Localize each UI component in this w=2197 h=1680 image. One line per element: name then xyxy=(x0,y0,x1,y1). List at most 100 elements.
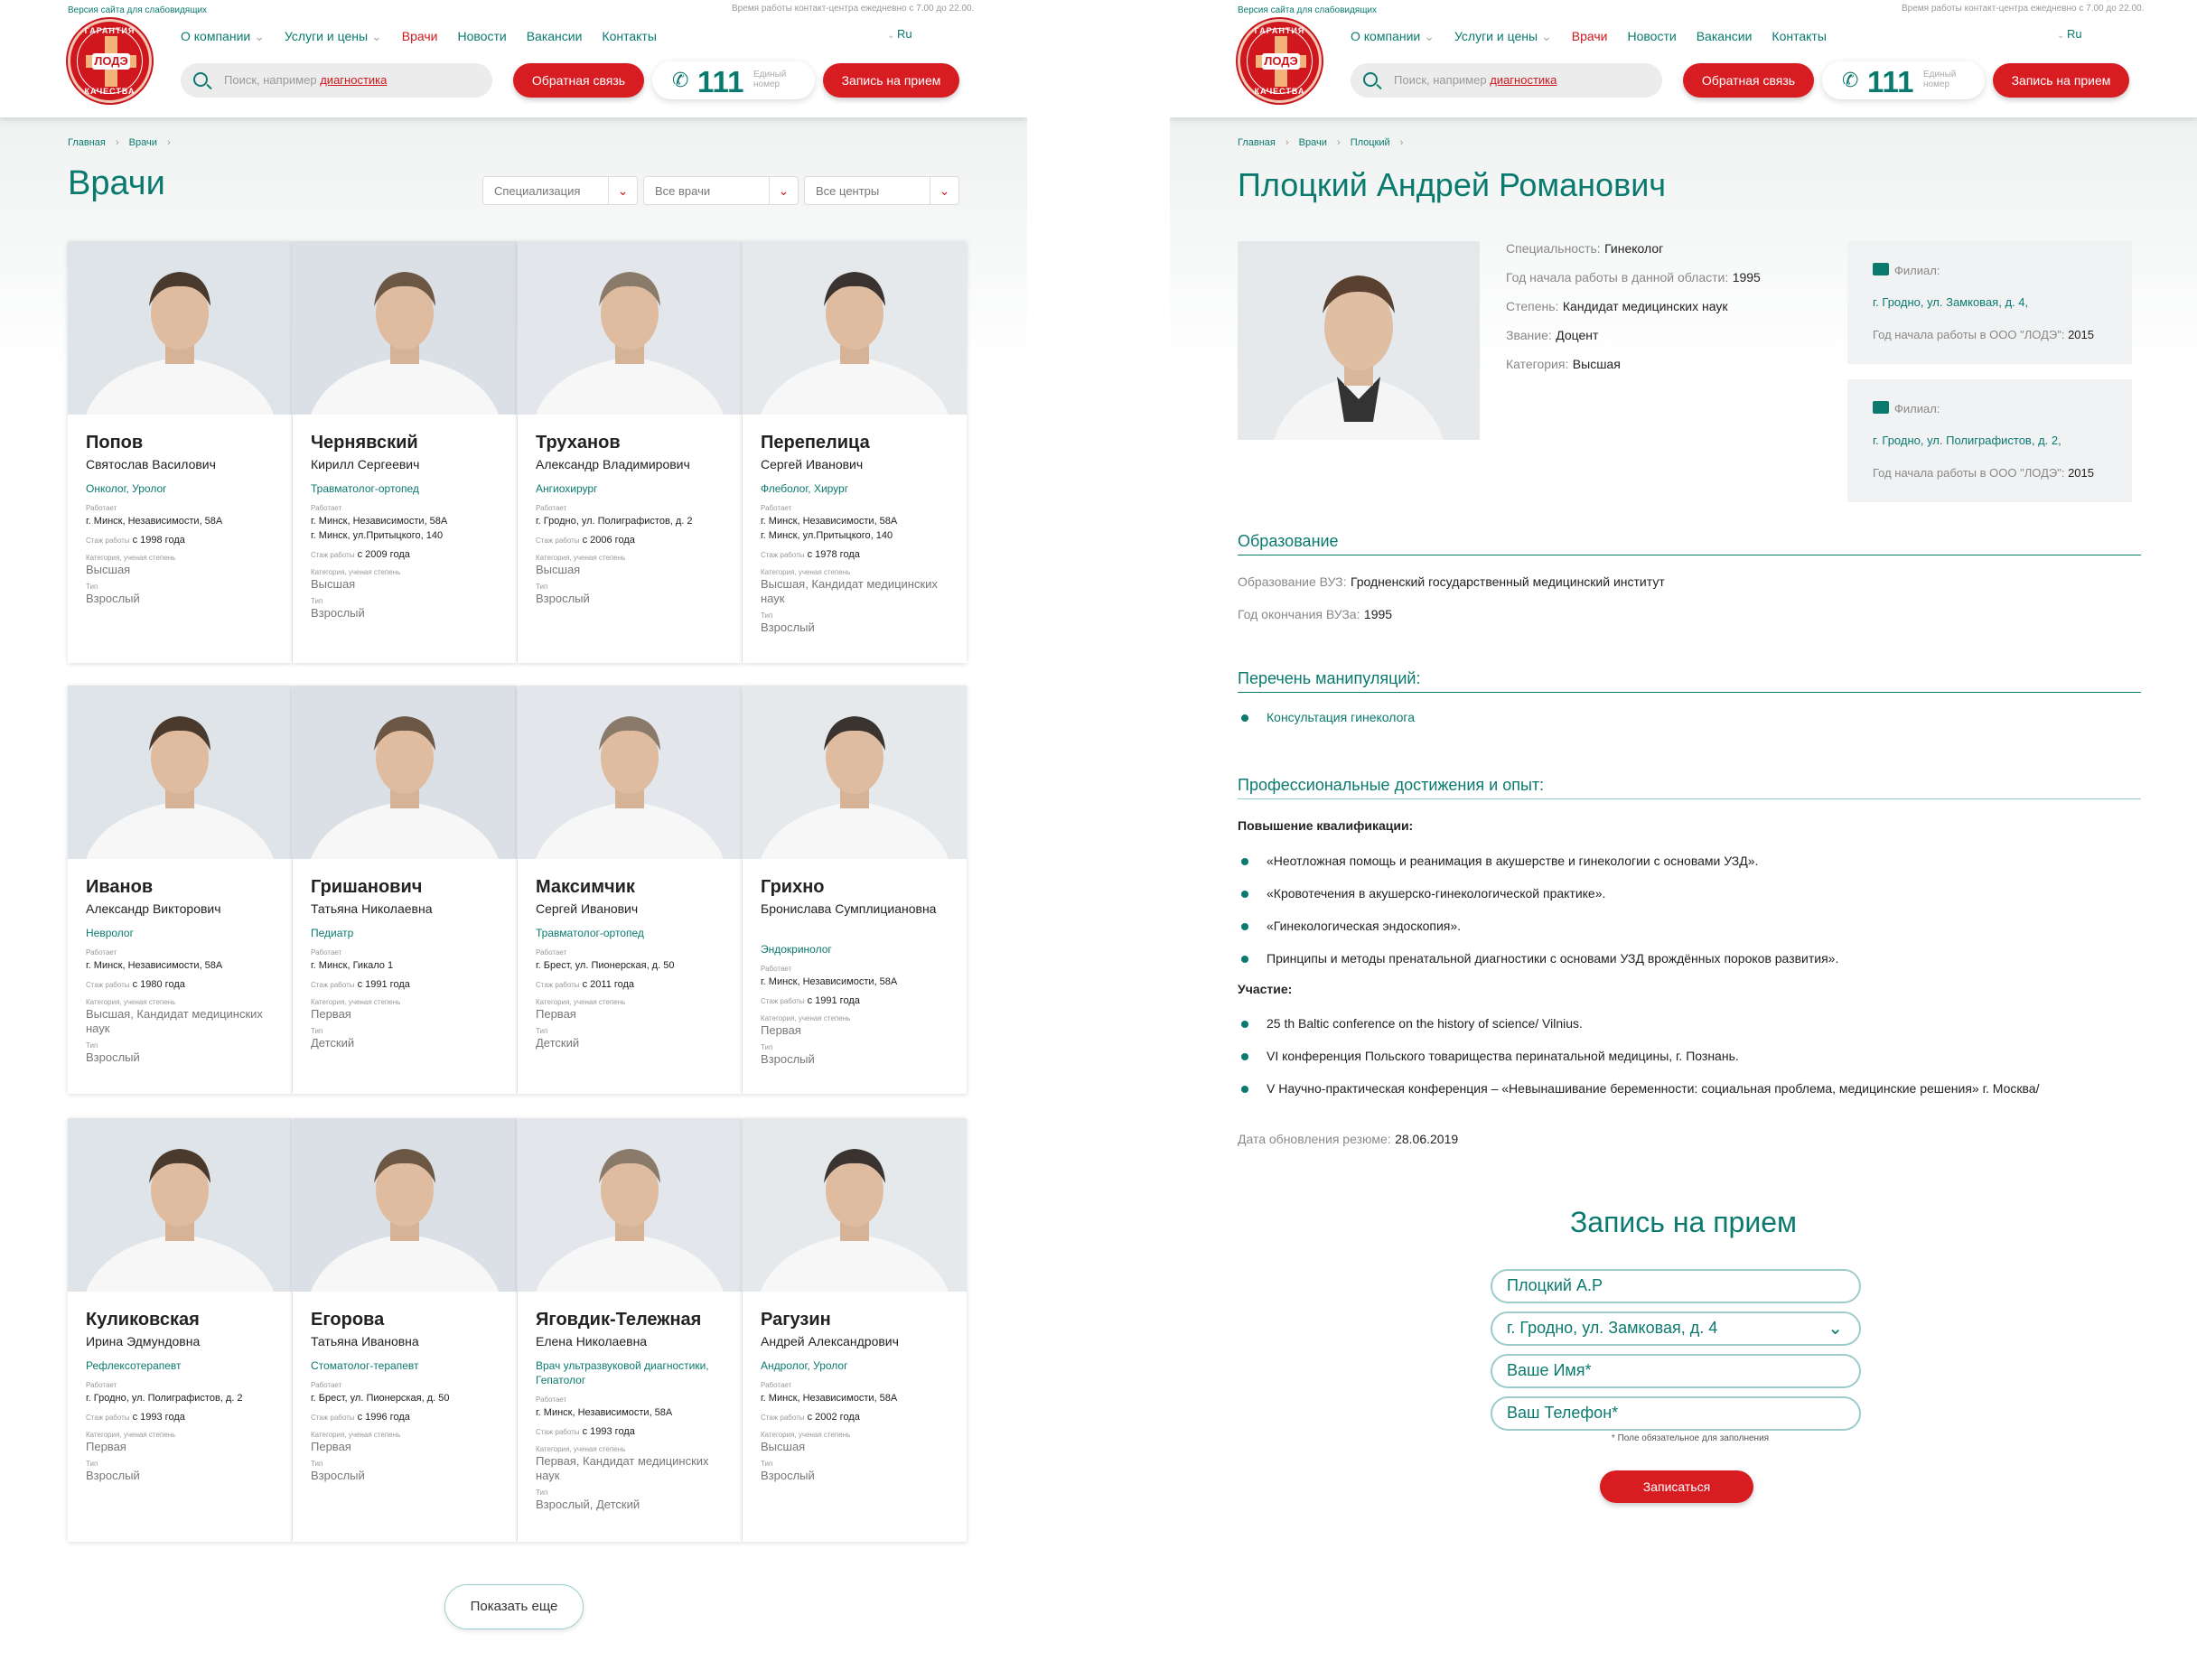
doctor-photo[interactable] xyxy=(518,241,742,415)
nav-contacts[interactable]: Контакты xyxy=(602,29,656,44)
filter-doctors[interactable]: Все врачи ⌄ xyxy=(643,176,799,205)
doctor-last-name[interactable]: Грихно xyxy=(761,877,825,898)
crumb-current[interactable]: Плоцкий xyxy=(1351,137,1390,148)
nav-company[interactable]: О компании xyxy=(181,29,250,44)
feedback-button[interactable]: Обратная связь xyxy=(1683,63,1814,98)
doctor-card[interactable]: Егорова Татьяна Ивановна Стоматолог-терапе… xyxy=(293,1118,517,1542)
doctor-card[interactable]: Куликовская Ирина Эдмундовна Рефлексотерап… xyxy=(68,1118,292,1542)
doctor-card[interactable]: Грихно Бронислава Сумплициановна Эндокрино… xyxy=(743,686,967,1094)
doctor-photo[interactable] xyxy=(743,241,967,415)
doctor-card[interactable]: Труханов Александр Владимирович Ангиохирур… xyxy=(518,241,742,663)
nav-company[interactable]: О компании xyxy=(1351,29,1420,44)
doctor-photo[interactable] xyxy=(518,686,742,859)
crumb-doctors[interactable]: Врачи xyxy=(129,137,157,148)
submit-button[interactable]: Записаться xyxy=(1600,1470,1753,1503)
doctor-last-name[interactable]: Максимчик xyxy=(536,877,635,898)
crumb-doctors[interactable]: Врачи xyxy=(1299,137,1327,148)
language-switch[interactable]: Ru xyxy=(2067,27,2082,41)
doctor-card[interactable]: Гришанович Татьяна Николаевна Педиатр Работ… xyxy=(293,686,517,1094)
nav-contacts[interactable]: Контакты xyxy=(1772,29,1826,44)
doctor-specialty[interactable]: Травматолог-ортопед xyxy=(311,481,500,496)
appointment-button[interactable]: Запись на прием xyxy=(823,63,959,98)
doctor-specialty[interactable]: Стоматолог-терапевт xyxy=(311,1358,500,1373)
feedback-button[interactable]: Обратная связь xyxy=(513,63,644,98)
category-label: Категория, ученая степень xyxy=(761,1014,851,1022)
phone-block[interactable]: ✆ 111 Единый номер xyxy=(652,61,815,99)
nav-doctors[interactable]: Врачи xyxy=(402,29,438,44)
doctor-last-name[interactable]: Попов xyxy=(86,433,143,453)
type-value: Взрослый xyxy=(536,592,590,605)
show-more-button[interactable]: Показать еще xyxy=(444,1584,584,1629)
accessibility-link[interactable]: Версия сайта для слабовидящих xyxy=(1238,5,1377,15)
filter-specialization[interactable]: Специализация ⌄ xyxy=(482,176,638,205)
filter-centers[interactable]: Все центры ⌄ xyxy=(804,176,959,205)
work-label: Работает xyxy=(311,504,342,512)
doctor-last-name[interactable]: Труханов xyxy=(536,433,621,453)
nav-news[interactable]: Новости xyxy=(1628,29,1677,44)
doctor-photo[interactable] xyxy=(743,686,967,859)
doctor-specialty[interactable]: Флеболог, Хирург xyxy=(761,481,950,496)
nav-services[interactable]: Услуги и цены xyxy=(1454,29,1538,44)
doctor-specialty[interactable]: Онколог, Уролог xyxy=(86,481,276,496)
doctor-last-name[interactable]: Куликовская xyxy=(86,1310,200,1330)
name-field[interactable]: Ваше Имя* xyxy=(1491,1354,1861,1388)
appointment-button[interactable]: Запись на прием xyxy=(1993,63,2129,98)
branch-address[interactable]: г. Гродно, ул. Замковая, д. 4, xyxy=(1873,295,2028,309)
category-value: Первая xyxy=(86,1440,126,1453)
search-input[interactable]: Поиск, например диагностика xyxy=(1351,63,1662,98)
doctor-last-name[interactable]: Егорова xyxy=(311,1310,384,1330)
nav-doctors[interactable]: Врачи xyxy=(1572,29,1608,44)
doctor-photo[interactable] xyxy=(68,686,292,859)
doctor-card[interactable]: Рагузин Андрей Александрович Андролог, Уро… xyxy=(743,1118,967,1542)
branch-select[interactable]: г. Гродно, ул. Замковая, д. 4 ⌄ xyxy=(1491,1311,1861,1346)
doctor-last-name[interactable]: Яговдик-Тележная xyxy=(536,1310,701,1330)
doctor-photo[interactable] xyxy=(293,1118,517,1292)
procedure-item[interactable]: Консультация гинеколога xyxy=(1267,710,1415,724)
doctor-specialty[interactable]: Невролог xyxy=(86,926,276,940)
type-value: Взрослый xyxy=(86,1469,140,1482)
doctor-specialty[interactable]: Андролог, Уролог xyxy=(761,1358,950,1373)
doctor-last-name[interactable]: Рагузин xyxy=(761,1310,831,1330)
doctor-specialty[interactable]: Травматолог-ортопед xyxy=(536,926,725,940)
doctor-specialty[interactable]: Педиатр xyxy=(311,926,500,940)
branch-address[interactable]: г. Гродно, ул. Полиграфистов, д. 2, xyxy=(1873,434,2061,447)
doctor-last-name[interactable]: Иванов xyxy=(86,877,153,898)
doctor-specialty[interactable]: Эндокринолог xyxy=(761,942,950,957)
doctor-last-name[interactable]: Гришанович xyxy=(311,877,422,898)
doctor-specialty[interactable]: Рефлексотерапевт xyxy=(86,1358,276,1373)
doctor-card[interactable]: Иванов Александр Викторович Невролог Работа… xyxy=(68,686,292,1094)
participation-title: Участие: xyxy=(1238,982,1293,996)
phone-block[interactable]: ✆ 111 Единый номер xyxy=(1822,61,1985,99)
doctor-last-name[interactable]: Чернявский xyxy=(311,433,418,453)
logo[interactable]: ЛОДЭ ГАРАНТИЯ КАЧЕСТВА xyxy=(1238,19,1322,103)
doctor-specialty[interactable]: Врач ультразвуковой диагностики, Гепатол… xyxy=(536,1358,725,1387)
doctor-photo[interactable] xyxy=(68,1118,292,1292)
breadcrumb: Главная › Врачи › xyxy=(68,137,171,148)
participation-item: V Научно-практическая конференция – «Нев… xyxy=(1267,1081,2040,1096)
crumb-home[interactable]: Главная xyxy=(1238,137,1276,148)
nav-vacancies[interactable]: Вакансии xyxy=(527,29,583,44)
crumb-home[interactable]: Главная xyxy=(68,137,106,148)
accessibility-link[interactable]: Версия сайта для слабовидящих xyxy=(68,5,207,15)
nav-services[interactable]: Услуги и цены xyxy=(285,29,368,44)
doctor-specialty[interactable]: Ангиохирург xyxy=(536,481,725,496)
nav-news[interactable]: Новости xyxy=(458,29,507,44)
logo[interactable]: ЛОДЭ ГАРАНТИЯ КАЧЕСТВА xyxy=(68,19,152,103)
search-input[interactable]: Поиск, например диагностика xyxy=(181,63,492,98)
doctor-photo[interactable] xyxy=(68,241,292,415)
nav-vacancies[interactable]: Вакансии xyxy=(1697,29,1753,44)
doctor-field[interactable]: Плоцкий А.Р xyxy=(1491,1269,1861,1303)
doctor-card[interactable]: Максимчик Сергей Иванович Травматолог-орто… xyxy=(518,686,742,1094)
doctor-card[interactable]: Чернявский Кирилл Сергеевич Травматолог-ор… xyxy=(293,241,517,663)
doctor-photo[interactable] xyxy=(518,1118,742,1292)
doctor-photo[interactable] xyxy=(743,1118,967,1292)
grad-value: 1995 xyxy=(1363,607,1393,621)
doctor-card[interactable]: Яговдик-Тележная Елена Николаевна Врач уль… xyxy=(518,1118,742,1542)
doctor-photo[interactable] xyxy=(293,241,517,415)
phone-field[interactable]: Ваш Телефон* xyxy=(1491,1396,1861,1431)
doctor-card[interactable]: Попов Святослав Василович Онколог, Уролог Р… xyxy=(68,241,292,663)
doctor-photo[interactable] xyxy=(293,686,517,859)
language-switch[interactable]: Ru xyxy=(897,27,912,41)
doctor-card[interactable]: Перепелица Сергей Иванович Флеболог, Хирур… xyxy=(743,241,967,663)
doctor-last-name[interactable]: Перепелица xyxy=(761,433,870,453)
